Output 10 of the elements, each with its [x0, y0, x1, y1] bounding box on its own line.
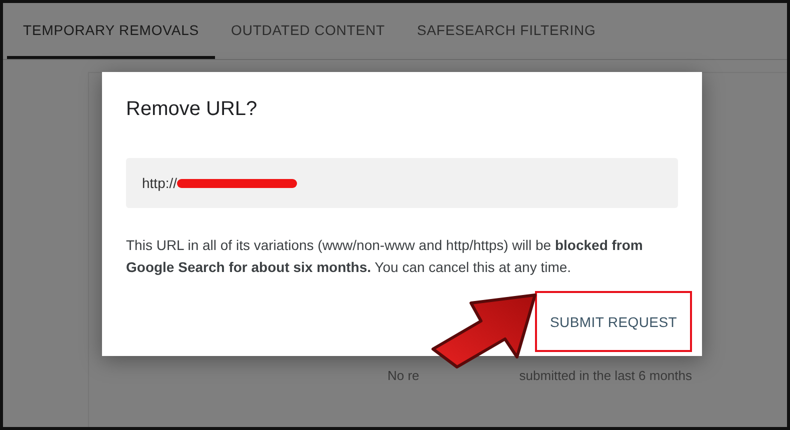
- tab[interactable]: TEMPORARY REMOVALS: [7, 3, 216, 59]
- url-field[interactable]: http://: [126, 158, 678, 208]
- empty-message: No re: [388, 368, 420, 383]
- dialog-title: Remove URL?: [126, 98, 258, 121]
- tab[interactable]: SAFESEARCH FILTERING: [400, 3, 612, 59]
- dialog-message: This URL in all of its variations (www/non-www and http/https) will be blocked from Google Search for about six months. You can cancel this at any time.: [126, 236, 644, 277]
- submit-button[interactable]: SUBMIT REQUEST: [535, 291, 692, 352]
- tab[interactable]: OUTDATED CONTENT: [215, 3, 401, 59]
- url-text: http://: [142, 175, 178, 191]
- empty-message: submitted in the last 6 months: [519, 368, 692, 383]
